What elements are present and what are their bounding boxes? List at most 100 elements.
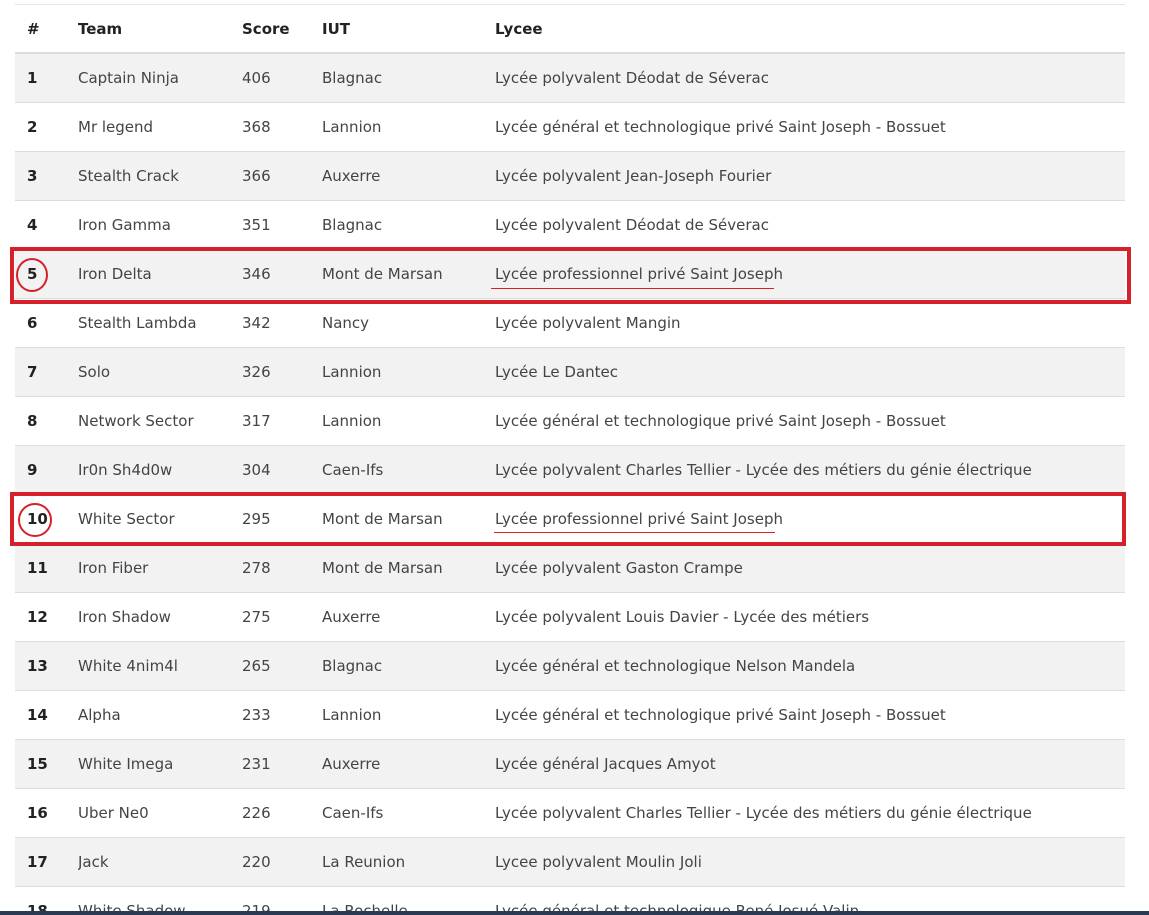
cell-rank: 7: [15, 346, 78, 396]
cell-lycee: Lycée polyvalent Gaston Crampe: [495, 542, 1125, 592]
cell-rank: 3: [15, 150, 78, 200]
cell-score: 342: [242, 297, 322, 347]
cell-team: Iron Delta: [78, 248, 242, 298]
column-header-team[interactable]: Team: [78, 5, 242, 54]
leaderboard-table-container: # Team Score IUT Lycee 1 Captain Ninja 4…: [15, 4, 1125, 915]
cell-lycee: Lycée polyvalent Charles Tellier - Lycée…: [495, 787, 1125, 837]
column-header-score[interactable]: Score: [242, 5, 322, 54]
cell-lycee: Lycée polyvalent Déodat de Séverac: [495, 52, 1125, 102]
cell-rank: 10: [15, 493, 78, 543]
cell-team: Network Sector: [78, 395, 242, 445]
cell-iut: Lannion: [322, 689, 495, 739]
cell-lycee: Lycée général et technologique privé Sai…: [495, 101, 1125, 151]
cell-iut: Blagnac: [322, 199, 495, 249]
cell-iut: Nancy: [322, 297, 495, 347]
table-row: 17 Jack 220 La Reunion Lycee polyvalent …: [15, 836, 1125, 886]
cell-iut: Lannion: [322, 395, 495, 445]
cell-rank: 2: [15, 101, 78, 151]
cell-iut: Blagnac: [322, 52, 495, 102]
column-header-lycee[interactable]: Lycee: [495, 5, 1125, 54]
cell-rank: 5: [15, 248, 78, 298]
cell-score: 406: [242, 52, 322, 102]
cell-lycee: Lycée polyvalent Louis Davier - Lycée de…: [495, 591, 1125, 641]
cell-rank: 8: [15, 395, 78, 445]
cell-lycee: Lycée professionnel privé Saint Joseph: [495, 493, 1125, 543]
cell-lycee: Lycée professionnel privé Saint Joseph: [495, 248, 1125, 298]
cell-score: 366: [242, 150, 322, 200]
cell-rank: 16: [15, 787, 78, 837]
table-row: 12 Iron Shadow 275 Auxerre Lycée polyval…: [15, 591, 1125, 641]
cell-lycee: Lycée polyvalent Mangin: [495, 297, 1125, 347]
cell-team: Stealth Lambda: [78, 297, 242, 347]
cell-score: 295: [242, 493, 322, 543]
cell-team: White Sector: [78, 493, 242, 543]
cell-team: Alpha: [78, 689, 242, 739]
cell-score: 368: [242, 101, 322, 151]
cell-score: 265: [242, 640, 322, 690]
header-row: # Team Score IUT Lycee: [15, 5, 1125, 54]
cell-iut: Auxerre: [322, 738, 495, 788]
cell-rank: 6: [15, 297, 78, 347]
cell-iut: Caen-Ifs: [322, 444, 495, 494]
taskbar-edge: [0, 911, 1149, 915]
column-header-iut[interactable]: IUT: [322, 5, 495, 54]
cell-team: Ir0n Sh4d0w: [78, 444, 242, 494]
cell-lycee: Lycée général et technologique privé Sai…: [495, 689, 1125, 739]
cell-iut: Mont de Marsan: [322, 542, 495, 592]
column-header-rank[interactable]: #: [15, 5, 78, 54]
cell-iut: Auxerre: [322, 150, 495, 200]
cell-lycee: Lycée polyvalent Charles Tellier - Lycée…: [495, 444, 1125, 494]
table-row: 9 Ir0n Sh4d0w 304 Caen-Ifs Lycée polyval…: [15, 444, 1125, 494]
table-row: 14 Alpha 233 Lannion Lycée général et te…: [15, 689, 1125, 739]
cell-score: 226: [242, 787, 322, 837]
table-row: 11 Iron Fiber 278 Mont de Marsan Lycée p…: [15, 542, 1125, 592]
cell-team: Iron Gamma: [78, 199, 242, 249]
cell-rank: 14: [15, 689, 78, 739]
cell-rank: 11: [15, 542, 78, 592]
table-row: 16 Uber Ne0 226 Caen-Ifs Lycée polyvalen…: [15, 787, 1125, 837]
cell-team: Captain Ninja: [78, 52, 242, 102]
cell-rank: 12: [15, 591, 78, 641]
cell-rank: 13: [15, 640, 78, 690]
cell-team: Uber Ne0: [78, 787, 242, 837]
table-row: 13 White 4nim4l 265 Blagnac Lycée généra…: [15, 640, 1125, 690]
cell-rank: 4: [15, 199, 78, 249]
cell-score: 233: [242, 689, 322, 739]
table-header: # Team Score IUT Lycee: [15, 5, 1125, 54]
cell-score: 351: [242, 199, 322, 249]
cell-iut: Caen-Ifs: [322, 787, 495, 837]
cell-score: 220: [242, 836, 322, 886]
leaderboard-table: # Team Score IUT Lycee 1 Captain Ninja 4…: [15, 5, 1125, 915]
cell-lycee: Lycée général et technologique Nelson Ma…: [495, 640, 1125, 690]
table-row: 6 Stealth Lambda 342 Nancy Lycée polyval…: [15, 297, 1125, 347]
cell-score: 346: [242, 248, 322, 298]
cell-lycee: Lycée général Jacques Amyot: [495, 738, 1125, 788]
cell-score: 326: [242, 346, 322, 396]
cell-score: 304: [242, 444, 322, 494]
cell-team: Solo: [78, 346, 242, 396]
table-row: 7 Solo 326 Lannion Lycée Le Dantec: [15, 346, 1125, 396]
cell-score: 278: [242, 542, 322, 592]
cell-iut: Lannion: [322, 346, 495, 396]
cell-rank: 1: [15, 52, 78, 102]
cell-lycee: Lycée général et technologique privé Sai…: [495, 395, 1125, 445]
cell-iut: Auxerre: [322, 591, 495, 641]
table-row: 4 Iron Gamma 351 Blagnac Lycée polyvalen…: [15, 199, 1125, 249]
cell-iut: La Reunion: [322, 836, 495, 886]
cell-rank: 17: [15, 836, 78, 886]
cell-team: Iron Shadow: [78, 591, 242, 641]
cell-rank: 9: [15, 444, 78, 494]
cell-iut: Lannion: [322, 101, 495, 151]
cell-team: White Imega: [78, 738, 242, 788]
cell-lycee: Lycée polyvalent Déodat de Séverac: [495, 199, 1125, 249]
cell-team: Stealth Crack: [78, 150, 242, 200]
cell-score: 317: [242, 395, 322, 445]
cell-team: Iron Fiber: [78, 542, 242, 592]
cell-iut: Mont de Marsan: [322, 493, 495, 543]
cell-lycee: Lycee polyvalent Moulin Joli: [495, 836, 1125, 886]
table-row: 3 Stealth Crack 366 Auxerre Lycée polyva…: [15, 150, 1125, 200]
cell-team: Jack: [78, 836, 242, 886]
table-row: 2 Mr legend 368 Lannion Lycée général et…: [15, 101, 1125, 151]
table-row-highlighted: 10 White Sector 295 Mont de Marsan Lycée…: [15, 493, 1125, 543]
cell-lycee: Lycée Le Dantec: [495, 346, 1125, 396]
